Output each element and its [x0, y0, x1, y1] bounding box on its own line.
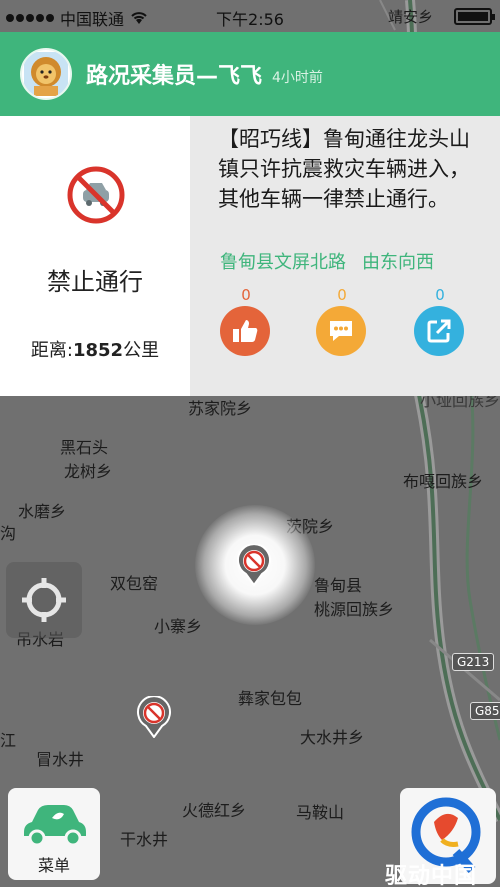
card-details: 【昭巧线】鲁甸通往龙头山镇只许抗震救灾车辆进入，其他车辆一律禁止通行。 鲁甸县文…: [190, 116, 500, 396]
road-shield: G213: [452, 653, 495, 671]
map-label: 布嘎回族乡: [403, 472, 484, 491]
crosshair-icon: [22, 578, 66, 622]
comment-icon: [330, 321, 352, 341]
battery-icon: [454, 8, 495, 25]
share-button[interactable]: [414, 306, 464, 356]
map-label: 黑石头: [60, 438, 109, 457]
map-label: 彝家包包: [238, 689, 303, 708]
avatar[interactable]: [20, 48, 72, 100]
road-name: 鲁甸县文屏北路: [220, 252, 346, 273]
map-label: 苏家院乡: [188, 399, 253, 418]
road-shield: G85: [470, 702, 500, 720]
comment-button[interactable]: [316, 306, 366, 356]
status-bar: 中国联通 下午2:56 靖安乡: [0, 0, 500, 32]
share-action: 0: [414, 286, 466, 356]
card-summary: 禁止通行 距离:1852公里: [0, 116, 190, 396]
map-label: 火德红乡: [182, 801, 247, 820]
distance-label: 距离:: [30, 340, 73, 361]
car-icon: [24, 805, 86, 847]
thumbs-up-icon: [233, 320, 258, 342]
comment-action: 0: [316, 286, 368, 356]
distance-readout: 距离:1852公里: [0, 336, 190, 362]
post-time: 4小时前: [272, 70, 323, 86]
map-label: 靖安乡: [388, 8, 434, 26]
traffic-description: 【昭巧线】鲁甸通往龙头山镇只许抗震救灾车辆进入，其他车辆一律禁止通行。: [218, 127, 470, 211]
map-label: 水磨乡: [18, 502, 67, 521]
locate-button[interactable]: [6, 562, 82, 638]
no-vehicles-icon: [67, 166, 125, 224]
map-label: 小寨乡: [154, 617, 203, 636]
map-label: 沟: [0, 524, 17, 543]
distance-unit: 公里: [123, 340, 160, 361]
map-label: 龙树乡: [64, 462, 113, 481]
menu-button[interactable]: 菜单: [8, 788, 100, 880]
like-button[interactable]: [220, 306, 270, 356]
traffic-info-card: 禁止通行 距离:1852公里 【昭巧线】鲁甸通往龙头山镇只许抗震救灾车辆进入，其…: [0, 116, 500, 396]
share-icon: [427, 319, 451, 343]
distance-value: 1852: [72, 340, 124, 361]
map-label: 马鞍山: [296, 803, 345, 822]
like-action: 0: [220, 286, 272, 356]
road-direction: 由东向西: [362, 252, 434, 273]
map-label: 鲁甸县: [314, 576, 363, 595]
watermark: 驱动中国: [385, 864, 478, 887]
map-label: 桃源回族乡: [314, 600, 395, 619]
like-count: 0: [241, 286, 251, 304]
post-header: 路况采集员—飞飞 4小时前: [0, 32, 500, 116]
map-label: 大水井乡: [300, 728, 365, 747]
share-count: 0: [435, 286, 445, 304]
map-marker[interactable]: [136, 696, 172, 738]
road-info: 鲁甸县文屏北路 由东向西: [220, 248, 434, 274]
map-label: 冒水井: [36, 750, 85, 769]
traffic-status-title: 禁止通行: [47, 268, 143, 296]
map-label: 江: [0, 731, 17, 750]
user-name[interactable]: 路况采集员—飞飞: [86, 58, 262, 90]
map-label: 双包窑: [110, 574, 159, 593]
comment-count: 0: [337, 286, 347, 304]
map-marker-selected[interactable]: [236, 544, 272, 586]
map-label: 干水井: [120, 830, 169, 849]
lion-avatar-icon: [24, 52, 68, 96]
menu-label: 菜单: [37, 856, 70, 875]
